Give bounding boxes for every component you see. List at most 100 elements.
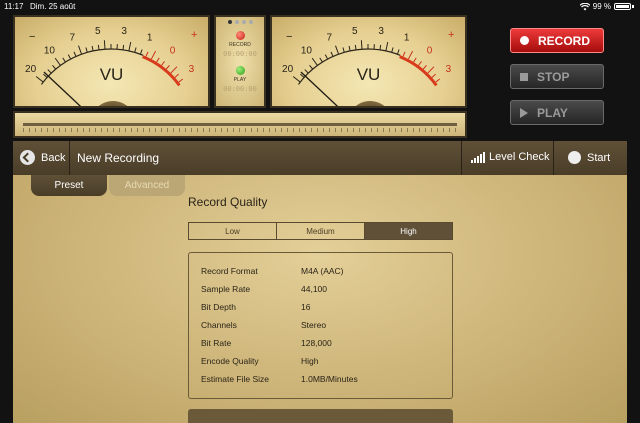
signal-bars-icon	[471, 151, 485, 163]
record-button[interactable]: RECORD	[510, 28, 604, 53]
scale-tick	[145, 51, 149, 57]
stop-button-label: STOP	[537, 69, 570, 84]
start-button[interactable]: Start	[568, 151, 610, 164]
info-value: 128,000	[301, 338, 332, 348]
wifi-icon	[579, 2, 590, 10]
scale-tick	[134, 47, 137, 53]
slider-track[interactable]	[23, 123, 457, 126]
info-row: Encode Quality High	[201, 356, 441, 366]
play-led-icon	[235, 66, 245, 75]
scale-tick	[103, 40, 106, 50]
scale-label: 3	[378, 26, 384, 37]
stop-button[interactable]: STOP	[510, 64, 604, 89]
scale-label: 1	[404, 33, 410, 44]
scale-tick	[342, 47, 345, 53]
status-bar: 11:17 Dim. 25 août 99 %	[0, 0, 640, 14]
info-value: 1.0MB/Minutes	[301, 374, 358, 384]
scale-tick	[348, 45, 351, 51]
play-led-label: PLAY	[233, 77, 247, 83]
scale-tick	[391, 47, 394, 53]
info-row: Bit Rate 128,000	[201, 338, 441, 348]
scale-tick	[91, 45, 94, 51]
info-row: Bit Depth 16	[201, 302, 441, 312]
back-label: Back	[41, 151, 66, 164]
info-value: High	[301, 356, 319, 366]
nav-bar: Back New Recording Level Check Start	[13, 141, 627, 175]
scale-tick	[139, 49, 143, 55]
scale-tick	[122, 44, 125, 50]
vu-label: VU	[99, 65, 124, 84]
info-label: Encode Quality	[201, 356, 259, 366]
record-led-icon	[235, 31, 245, 40]
scale-tick	[97, 44, 100, 50]
info-value: M4A (AAC)	[301, 266, 344, 276]
play-icon	[520, 107, 528, 118]
info-label: Channels	[201, 320, 237, 330]
nav-divider	[69, 141, 70, 175]
scale-tick	[396, 49, 400, 55]
scale-tick	[360, 40, 363, 50]
vu-scale: 201075 3103− +	[282, 26, 454, 106]
vu-label: VU	[356, 65, 381, 84]
level-check-label: Level Check	[489, 151, 550, 163]
vu-scale: 201075 3103− +	[25, 26, 197, 106]
scale-tick	[150, 50, 157, 60]
battery-icon	[614, 3, 631, 10]
slider-ticks	[23, 128, 457, 132]
scale-label: 0	[170, 46, 176, 57]
page-title: New Recording	[77, 151, 160, 165]
scale-label: 0	[427, 46, 433, 57]
scale-tick	[354, 44, 357, 50]
info-value: Stereo	[301, 320, 327, 330]
scale-label: 5	[352, 26, 358, 37]
scale-tick	[379, 44, 382, 50]
record-button-label: RECORD	[538, 33, 591, 48]
play-button-label: PLAY	[537, 105, 568, 120]
info-label: Record Format	[201, 266, 258, 276]
scale-tick	[128, 41, 132, 51]
next-section-edge	[188, 409, 453, 423]
status-time: 11:17	[4, 2, 24, 11]
start-icon	[568, 151, 581, 164]
stop-icon	[520, 72, 528, 81]
status-right: 99 %	[579, 2, 634, 11]
record-quality-title: Record Quality	[188, 195, 268, 209]
scale-tick	[73, 51, 77, 57]
plus-sign: +	[191, 29, 197, 41]
scale-label: 10	[301, 46, 313, 57]
page-indicator[interactable]	[216, 20, 264, 24]
quality-option-low[interactable]: Low	[189, 223, 276, 239]
scale-label: 7	[70, 33, 76, 44]
scale-tick	[330, 51, 334, 57]
scale-tick	[385, 41, 389, 51]
back-button[interactable]: Back	[20, 150, 65, 165]
quality-option-medium[interactable]: Medium	[276, 223, 364, 239]
info-row: Sample Rate 44,100	[201, 284, 441, 294]
quality-option-high[interactable]: High	[364, 223, 452, 239]
scale-label: 1	[147, 33, 153, 44]
scale-tick	[67, 54, 72, 60]
play-button[interactable]: PLAY	[510, 100, 604, 125]
tab-advanced[interactable]: Advanced	[109, 175, 185, 196]
minus-sign: −	[286, 31, 292, 43]
status-date: Dim. 25 août	[30, 2, 76, 11]
scale-tick	[62, 57, 66, 63]
quality-segmented-control: Low Medium High	[188, 222, 453, 240]
info-row: Record Format M4A (AAC)	[201, 266, 441, 276]
level-check-button[interactable]: Level Check	[471, 151, 550, 163]
scale-tick	[335, 45, 340, 55]
record-status-panel: RECORD 00:00:00 PLAY 00:00:00	[214, 15, 266, 108]
play-time: 00:00:00	[223, 85, 257, 93]
scale-tick	[85, 47, 88, 53]
plus-sign: +	[448, 29, 454, 41]
tab-preset[interactable]: Preset	[31, 175, 107, 196]
scale-label: 3	[121, 26, 127, 37]
record-icon	[520, 36, 529, 45]
scale-label: 10	[44, 46, 56, 57]
position-slider[interactable]	[13, 111, 467, 138]
back-arrow-icon	[20, 150, 35, 165]
record-time: 00:00:00	[223, 50, 257, 58]
start-label: Start	[587, 151, 611, 164]
vu-meter-right: 20 10 7 5 3 1 0 3− + VU	[270, 15, 467, 108]
scale-tick	[407, 50, 414, 60]
